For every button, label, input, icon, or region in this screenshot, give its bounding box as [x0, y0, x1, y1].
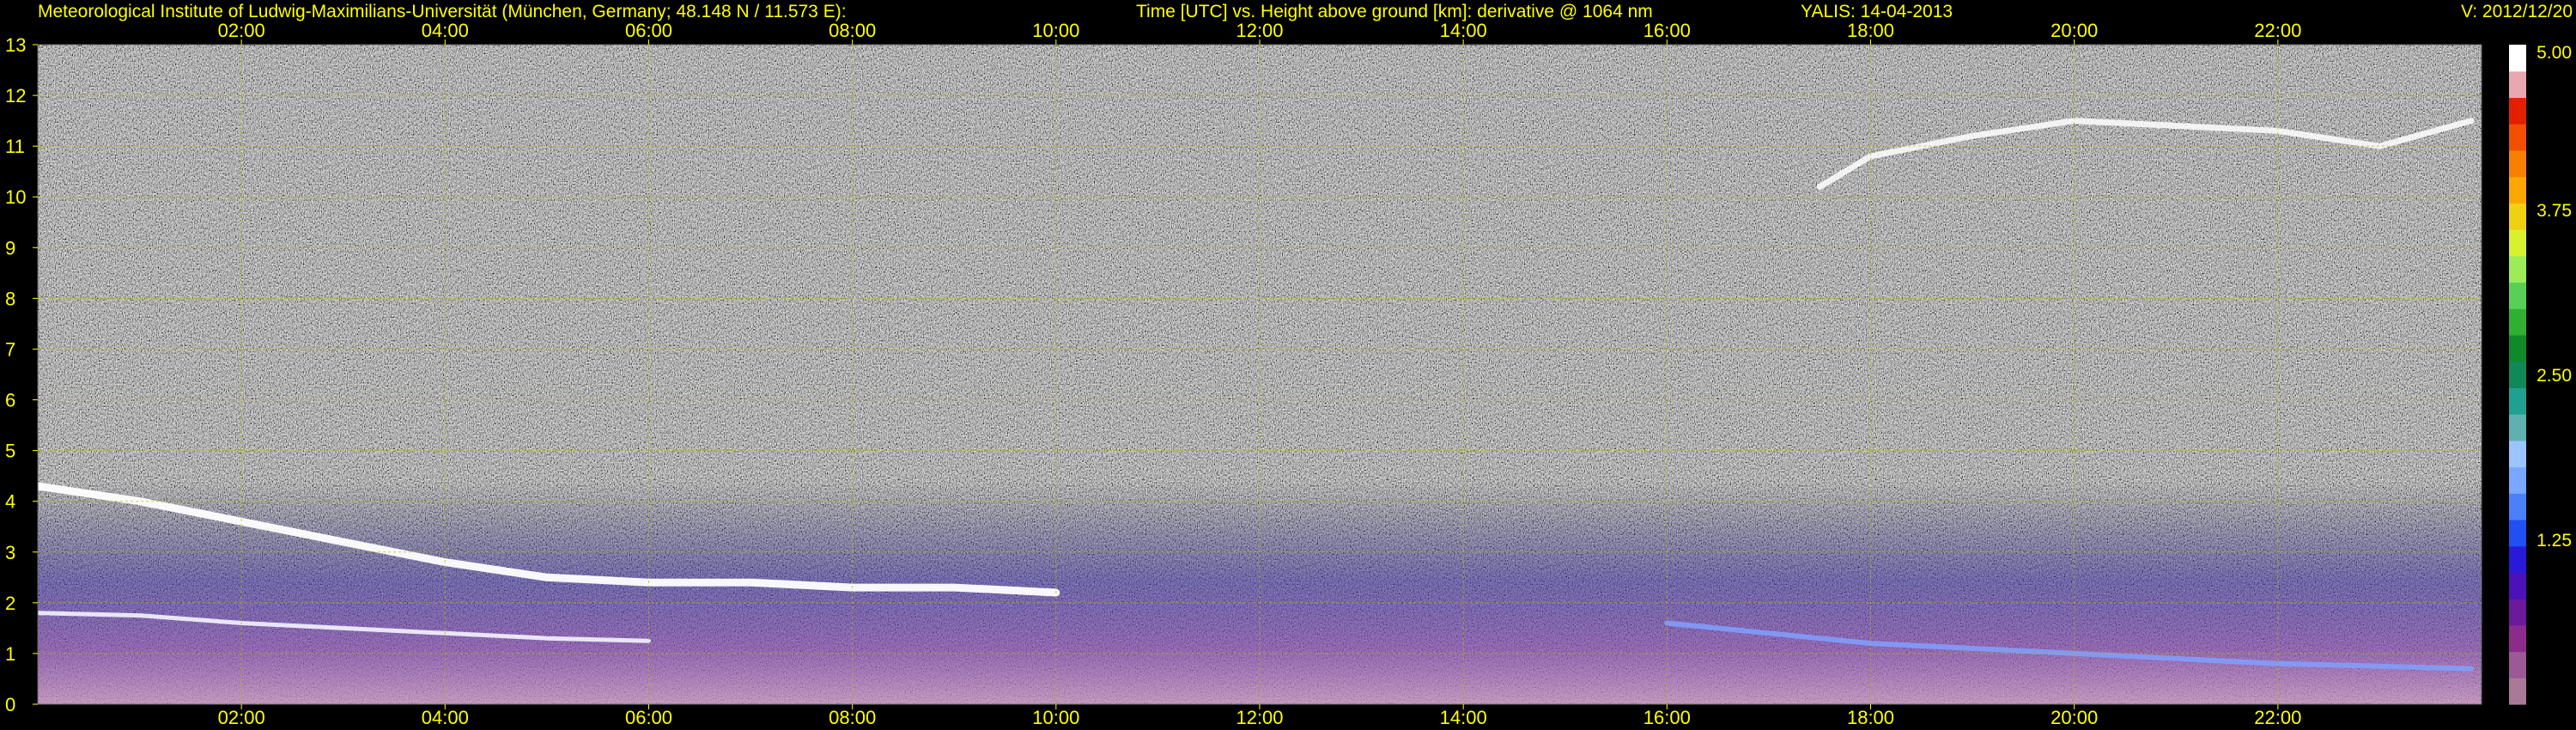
lidar-chart: Meteorological Institute of Ludwig-Maxim…	[5, 2, 2573, 728]
colorbar-segment	[2509, 334, 2526, 362]
colorbar-segment	[2509, 624, 2526, 653]
plot-area	[38, 45, 2482, 704]
x-tick-label-top: 06:00	[625, 20, 672, 41]
colorbar-segment	[2509, 229, 2526, 257]
y-axis: 012345678910111213	[5, 34, 38, 715]
colorbar-segment	[2509, 361, 2526, 388]
x-tick-label-bottom: 10:00	[1032, 707, 1079, 728]
x-tick-label-bottom: 06:00	[625, 707, 672, 728]
y-tick-label: 12	[5, 85, 26, 106]
colorbar-segment	[2509, 45, 2526, 72]
x-tick-label-top: 16:00	[1643, 20, 1691, 41]
x-tick-label-bottom: 16:00	[1643, 707, 1691, 728]
colorbar-tick-label: 2.50	[2537, 366, 2572, 386]
colorbar-segment	[2509, 519, 2526, 547]
x-tick-label-top: 20:00	[2050, 20, 2098, 41]
x-tick-label-top: 12:00	[1236, 20, 1283, 41]
x-tick-label-top: 08:00	[829, 20, 876, 41]
x-tick-label-top: 14:00	[1440, 20, 1487, 41]
colorbar-segment	[2509, 651, 2526, 678]
colorbar-segment	[2509, 414, 2526, 441]
colorbar-segment	[2509, 678, 2526, 705]
y-tick-label: 8	[5, 288, 15, 309]
colorbar-segment	[2509, 282, 2526, 309]
lidar-quicklook: Meteorological Institute of Ludwig-Maxim…	[0, 0, 2576, 730]
colorbar-segment	[2509, 149, 2526, 178]
colorbar-segment	[2509, 308, 2526, 336]
colorbar-tick-label: 3.75	[2537, 201, 2572, 221]
x-tick-label-top: 02:00	[218, 20, 265, 41]
y-tick-label: 13	[5, 34, 26, 56]
y-tick-label: 3	[5, 542, 15, 563]
header-instrument-date: YALIS: 14-04-2013	[1801, 2, 1953, 21]
x-tick-label-top: 10:00	[1032, 20, 1079, 41]
colorbar-tick-label: 1.25	[2537, 531, 2572, 551]
x-tick-label-top: 18:00	[1847, 20, 1894, 41]
y-tick-label: 5	[5, 441, 15, 462]
header-institute: Meteorological Institute of Ludwig-Maxim…	[38, 2, 847, 21]
y-tick-label: 9	[5, 237, 15, 259]
header-plot-title: Time [UTC] vs. Height above ground [km]:…	[1136, 2, 1653, 21]
x-tick-label-bottom: 04:00	[422, 707, 469, 728]
colorbar: 1.25 2.50 3.75 5.00	[2509, 43, 2572, 705]
x-axis-top: 02:00 04:00 06:00 08:00 10:00 12:00 14:00 16:00…	[218, 20, 2301, 45]
y-tick-label: 6	[5, 390, 15, 411]
x-tick-label-bottom: 18:00	[1847, 707, 1894, 728]
colorbar-segment	[2509, 70, 2526, 99]
colorbar-segment	[2509, 599, 2526, 626]
x-axis-bottom: 02:00 04:00 06:00 08:00 10:00 12:00 14:00 16:00…	[218, 704, 2301, 728]
colorbar-segment	[2509, 493, 2526, 520]
colorbar-segment	[2509, 572, 2526, 599]
colorbar-segment	[2509, 255, 2526, 283]
x-tick-label-top: 04:00	[422, 20, 469, 41]
x-tick-label-bottom: 02:00	[218, 707, 265, 728]
y-tick-label: 0	[5, 694, 15, 715]
x-tick-label-bottom: 12:00	[1236, 707, 1283, 728]
y-tick-label: 7	[5, 338, 15, 360]
y-tick-label: 10	[5, 186, 26, 208]
x-tick-label-bottom: 22:00	[2254, 707, 2301, 728]
header-version: V: 2012/12/20	[2461, 2, 2573, 21]
colorbar-segment	[2509, 440, 2526, 468]
colorbar-segment	[2509, 97, 2526, 125]
x-tick-label-bottom: 08:00	[829, 707, 876, 728]
colorbar-segment	[2509, 466, 2526, 494]
colorbar-segment	[2509, 203, 2526, 230]
y-tick-label: 4	[5, 491, 15, 513]
y-tick-label: 11	[5, 136, 25, 157]
x-tick-label-top: 22:00	[2254, 20, 2301, 41]
colorbar-segment	[2509, 124, 2526, 151]
colorbar-tick-label: 5.00	[2537, 43, 2572, 63]
colorbar-segment	[2509, 545, 2526, 573]
x-tick-label-bottom: 14:00	[1440, 707, 1487, 728]
colorbar-segment	[2509, 387, 2526, 415]
x-tick-label-bottom: 20:00	[2050, 707, 2098, 728]
colorbar-segment	[2509, 176, 2526, 204]
y-tick-label: 2	[5, 593, 15, 614]
y-tick-label: 1	[5, 643, 15, 665]
